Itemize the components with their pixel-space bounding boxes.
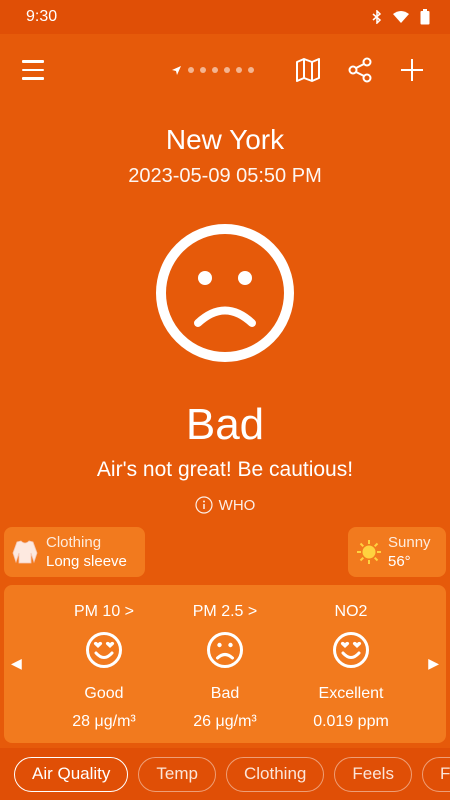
- pollutant-pm10[interactable]: PM 10 > Good 28 μg/m³: [44, 585, 164, 731]
- data-source-label: WHO: [218, 496, 256, 514]
- heart-eyes-face-icon: [333, 632, 369, 668]
- location-arrow-icon: [172, 65, 181, 75]
- pollutant-level: Excellent: [318, 685, 384, 702]
- wifi-icon: [393, 11, 409, 23]
- add-icon: [401, 59, 423, 81]
- map-icon: [296, 58, 320, 82]
- clothing-value: Long sleeve: [46, 552, 127, 570]
- pager-dot: [200, 67, 206, 73]
- sad-face-icon: [207, 632, 243, 668]
- tab-temp[interactable]: Temp: [138, 756, 216, 792]
- pager-dot: [248, 67, 254, 73]
- pager-dot: [188, 67, 194, 73]
- menu-icon[interactable]: [18, 53, 52, 87]
- tab-air-quality[interactable]: Air Quality: [14, 756, 129, 792]
- observation-datetime: 2023-05-09 05:50 PM: [128, 165, 322, 187]
- bluetooth-icon: [372, 10, 382, 24]
- share-icon: [348, 57, 372, 83]
- air-quality-status: Bad: [185, 400, 265, 449]
- pollutant-value: 0.019 ppm: [313, 713, 389, 730]
- map-button[interactable]: [288, 50, 328, 90]
- bottom-tab-bar: Air Quality Temp Clothing Feels F: [0, 748, 450, 800]
- pager-dot: [224, 67, 230, 73]
- status-bar: 9:30: [0, 0, 450, 34]
- pollutant-level: Bad: [210, 685, 240, 702]
- tab-feels[interactable]: Feels: [334, 756, 412, 792]
- tab-clothing[interactable]: Clothing: [226, 756, 325, 792]
- pollutant-no2[interactable]: NO2 Excellent 0.019 ppm: [291, 585, 411, 731]
- pollutant-pm25[interactable]: PM 2.5 > Bad 26 μg/m³: [165, 585, 285, 731]
- pollutant-name: PM 2.5 >: [192, 603, 258, 620]
- clothing-card[interactable]: Clothing Long sleeve: [4, 527, 145, 577]
- scroll-left-icon[interactable]: ◀: [11, 655, 22, 672]
- pager-dot: [212, 67, 218, 73]
- pollutant-name: NO2: [334, 603, 368, 620]
- air-quality-message: Air's not great! Be cautious!: [96, 458, 354, 481]
- pollutant-value: 26 μg/m³: [193, 713, 257, 730]
- app-bar: [0, 44, 450, 96]
- pager-dot: [236, 67, 242, 73]
- add-location-button[interactable]: [392, 50, 432, 90]
- sad-face-icon: [156, 224, 294, 362]
- status-icons: [372, 9, 430, 25]
- tab-partial[interactable]: F: [421, 756, 450, 792]
- status-time: 9:30: [26, 8, 58, 25]
- heart-eyes-face-icon: [86, 632, 122, 668]
- long-sleeve-shirt-icon: [12, 540, 38, 564]
- clothing-label: Clothing: [46, 533, 102, 551]
- pollutant-value: 28 μg/m³: [72, 713, 136, 730]
- city-name: New York: [165, 124, 285, 155]
- pollutant-name: PM 10 >: [73, 603, 135, 620]
- location-pager[interactable]: [171, 65, 254, 76]
- sun-icon: [357, 540, 381, 564]
- data-source[interactable]: WHO: [0, 496, 450, 514]
- pollutants-card: ◀ ▶ PM 10 > Good 28 μg/m³ PM 2.5 > Bad 2…: [4, 585, 446, 743]
- weather-temperature: 56°: [388, 552, 411, 570]
- weather-card[interactable]: Sunny 56°: [348, 527, 446, 577]
- pollutant-level: Good: [84, 685, 124, 702]
- share-button[interactable]: [340, 50, 380, 90]
- scroll-right-icon[interactable]: ▶: [428, 655, 439, 672]
- weather-condition: Sunny: [388, 533, 431, 551]
- battery-icon: [420, 9, 430, 25]
- info-icon: [195, 496, 213, 514]
